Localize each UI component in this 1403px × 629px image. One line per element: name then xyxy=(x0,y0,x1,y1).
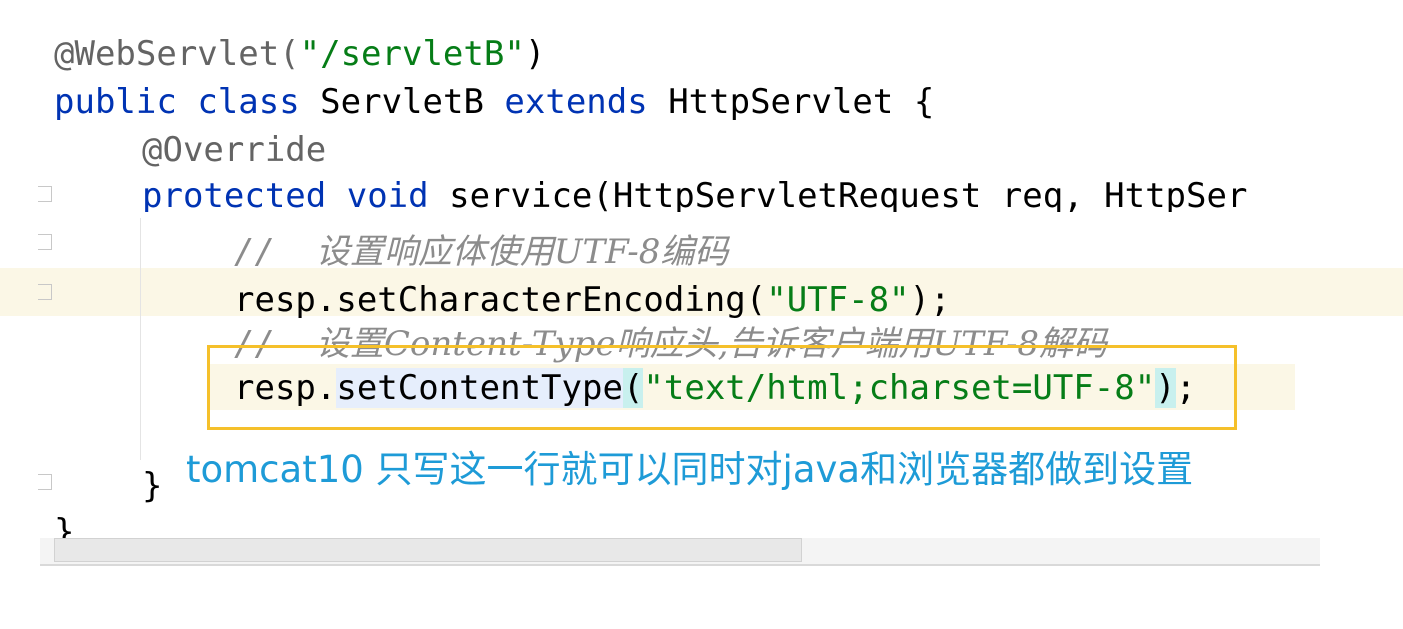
scrollbar-thumb[interactable] xyxy=(54,538,802,562)
string-token: "text/html;charset=UTF-8" xyxy=(643,368,1156,408)
code-token: HttpServlet { xyxy=(668,82,935,122)
closing-brace: } xyxy=(142,466,163,506)
paren-match: ( xyxy=(622,368,644,408)
fold-marker-icon[interactable] xyxy=(38,234,52,250)
keyword-token: protected xyxy=(142,176,327,212)
code-editor[interactable]: @WebServlet("/servletB") public class Se… xyxy=(0,0,1403,629)
code-token: service(HttpServletRequest req, HttpSer xyxy=(449,176,1248,212)
code-line-4-clip: protected void service(HttpServletReques… xyxy=(0,168,1320,212)
annotation-token: @WebServlet( xyxy=(54,34,300,74)
fold-marker-icon[interactable] xyxy=(38,474,52,490)
code-line-1[interactable]: @WebServlet("/servletB") xyxy=(54,32,545,76)
code-line-6[interactable]: resp.setCharacterEncoding("UTF-8"); xyxy=(234,278,950,322)
comment-slashes: // xyxy=(234,232,275,272)
code-line-7[interactable]: // 设置Content-Type响应头,告诉客户端用UTF-8解码 xyxy=(234,322,1107,366)
fold-marker-icon[interactable] xyxy=(38,284,52,300)
code-token: ) xyxy=(524,34,546,74)
code-token: ); xyxy=(909,280,951,320)
code-line-3[interactable]: @Override xyxy=(142,128,326,172)
annotation-token: @Override xyxy=(142,130,327,170)
code-line-4[interactable]: protected void service(HttpServletReques… xyxy=(142,174,1247,212)
code-token: ; xyxy=(1175,368,1197,408)
code-token: resp.setCharacterEncoding( xyxy=(234,280,767,320)
comment-text: 设置Content-Type响应头,告诉客户端用UTF-8解码 xyxy=(315,324,1108,364)
code-line-8[interactable]: resp.setContentType("text/html;charset=U… xyxy=(234,366,1196,410)
annotation-caption: tomcat10 只写这一行就可以同时对java和浏览器都做到设置 xyxy=(186,448,1194,491)
string-token: "/servletB" xyxy=(299,34,525,74)
code-line-5[interactable]: // 设置响应体使用UTF-8编码 xyxy=(234,230,728,274)
string-token: "UTF-8" xyxy=(766,280,910,320)
method-token: setContentType xyxy=(336,368,623,408)
code-line-2[interactable]: public class ServletB extends HttpServle… xyxy=(54,80,934,124)
keyword-token: class xyxy=(197,82,300,122)
indent-guide xyxy=(140,218,141,460)
paren-match: ) xyxy=(1155,368,1176,408)
comment-text: 设置响应体使用UTF-8编码 xyxy=(315,232,729,272)
keyword-token: void xyxy=(346,176,429,212)
keyword-token: extends xyxy=(504,82,648,122)
code-token: resp. xyxy=(234,368,337,408)
code-line-9[interactable]: } xyxy=(142,464,162,508)
keyword-token: public xyxy=(54,82,177,122)
comment-slashes: // xyxy=(234,324,275,364)
class-name-token: ServletB xyxy=(320,82,484,122)
